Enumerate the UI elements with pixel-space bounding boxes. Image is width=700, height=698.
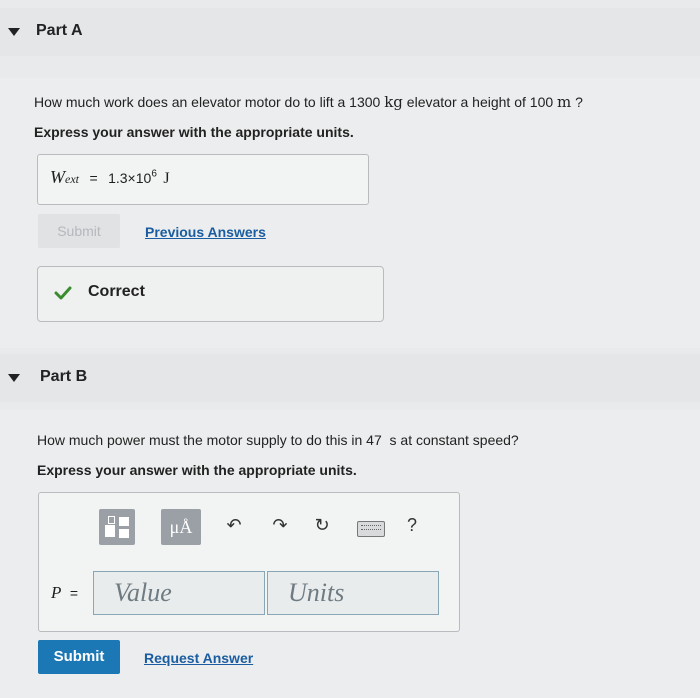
template-block-icon [119,529,129,538]
request-answer-link[interactable]: Request Answer [144,650,253,666]
part-a-question: How much work does an elevator motor do … [34,93,583,111]
redo-icon[interactable]: ↷ [269,515,291,536]
part-a-instruction: Express your answer with the appropriate… [34,124,354,140]
part-b-body: How much power must the motor supply to … [0,410,700,698]
part-a-answer: Wext = 1.3×106 J [50,167,170,187]
template-block-icon [105,525,115,537]
help-icon[interactable]: ? [401,515,423,536]
reset-icon[interactable]: ↻ [311,515,333,536]
input-variable: P [51,583,62,602]
checkmark-icon [54,286,72,300]
template-block-icon [119,517,129,526]
caret-down-icon[interactable] [8,374,20,382]
undo-icon[interactable]: ↶ [223,515,245,536]
units-input[interactable]: Units [267,571,439,615]
template-block-icon [108,516,115,524]
part-b-answer-panel: μÅ ↶ ↷ ↻ ? P = Value Units [38,492,460,632]
part-b-title: Part B [40,368,88,385]
height-unit: m [557,93,572,111]
part-b-header[interactable]: Part B [0,354,700,402]
part-b-submit-button[interactable]: Submit [38,640,120,674]
answer-variable: W [50,167,65,187]
answer-unit: J [163,170,170,187]
part-a-answer-box: Wext = 1.3×106 J [37,154,369,205]
part-b-question: How much power must the motor supply to … [37,432,519,448]
part-b-instruction: Express your answer with the appropriate… [37,462,357,478]
units-button[interactable]: μÅ [161,509,201,545]
caret-down-icon[interactable] [8,28,20,36]
value-input[interactable]: Value [93,571,265,615]
input-label: P = [51,583,79,602]
part-a-submit-button[interactable]: Submit [38,214,120,248]
previous-answers-link[interactable]: Previous Answers [145,224,266,240]
answer-value: 1.3×10 [108,170,152,186]
templates-button[interactable] [99,509,135,545]
part-a-header[interactable]: Part A [0,8,700,56]
keyboard-icon[interactable] [357,521,385,537]
mass-unit: kg [384,93,403,111]
feedback-text: Correct [88,283,145,300]
part-a-feedback: Correct [37,266,384,322]
part-a-title: Part A [36,22,83,39]
part-a-body: How much work does an elevator motor do … [0,78,700,348]
